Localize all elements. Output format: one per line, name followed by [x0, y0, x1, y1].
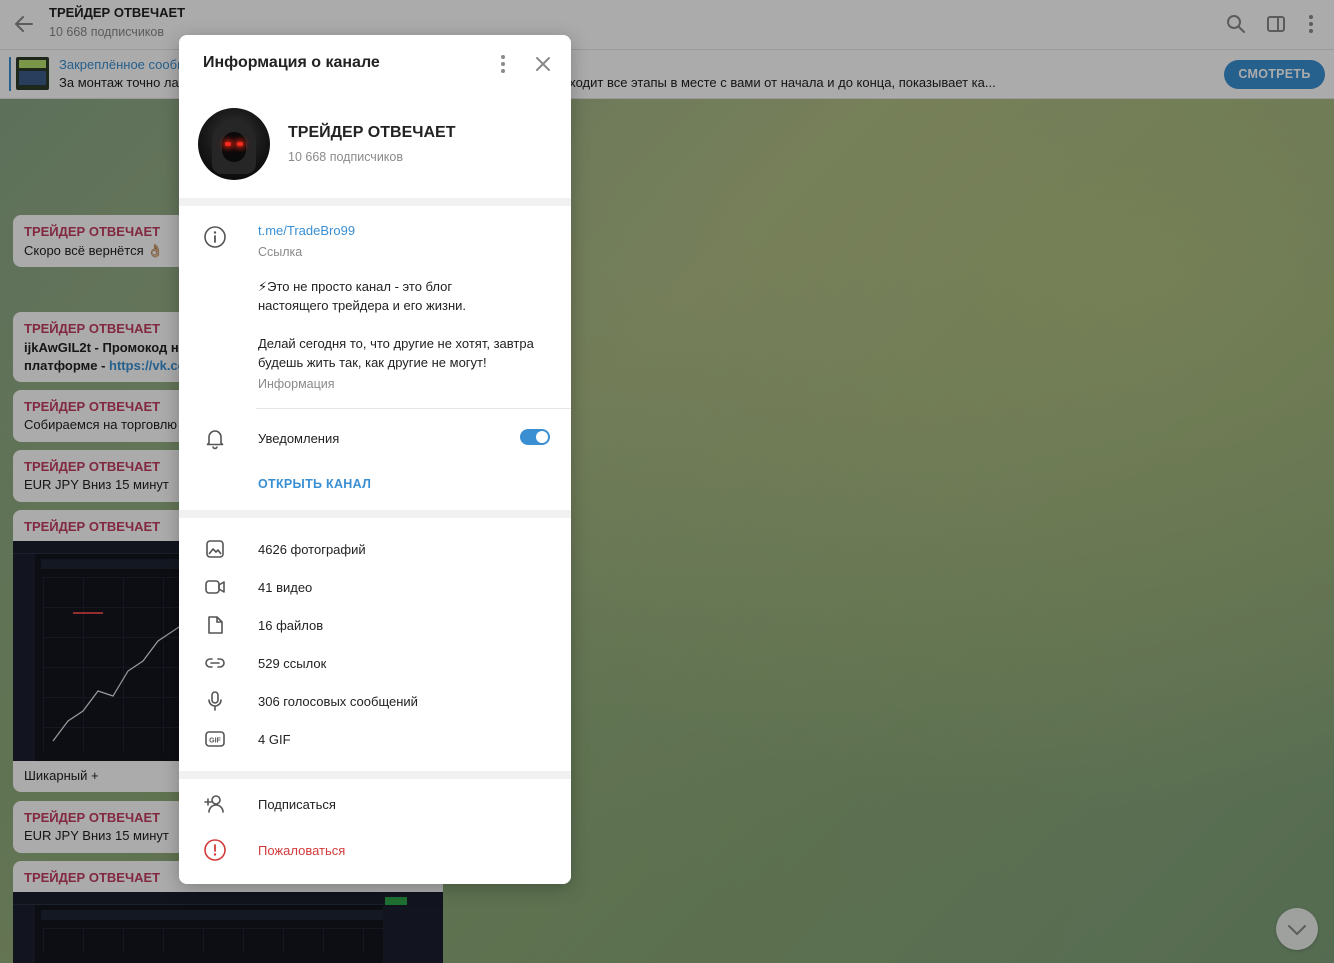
close-icon[interactable]: [531, 52, 555, 76]
channel-name: ТРЕЙДЕР ОТВЕЧАЕТ: [288, 124, 456, 141]
video-icon: [203, 575, 227, 599]
file-icon: [203, 613, 227, 637]
svg-text:GIF: GIF: [209, 738, 221, 745]
notifications-toggle[interactable]: [520, 429, 550, 445]
telegram-app: ТРЕЙДЕР ОТВЕЧАЕТ 10 668 подписчиков Закр…: [0, 0, 1334, 963]
voice-count[interactable]: 306 голосовых сообщений: [258, 694, 418, 709]
description-line-2: настоящего трейдера и его жизни.: [258, 298, 466, 313]
channel-avatar[interactable]: [198, 108, 270, 180]
channel-profile-section: Информация о канале ТРЕЙДЕР ОТВЕЧАЕТ 10 …: [179, 35, 571, 198]
files-count[interactable]: 16 файлов: [258, 618, 323, 633]
description-line-4: будешь жить так, как другие не могут!: [258, 355, 487, 370]
info-caption: Информация: [258, 377, 335, 391]
description-line-3: Делай сегодня то, что другие не хотят, з…: [258, 336, 534, 351]
bell-icon: [203, 426, 227, 450]
microphone-icon: [203, 689, 227, 713]
subscribe-button[interactable]: Подписаться: [258, 797, 336, 812]
divider: [256, 408, 571, 409]
description-line-1: ⚡Это не просто канал - это блог: [258, 279, 453, 294]
open-channel-button[interactable]: ОТКРЫТЬ КАНАЛ: [258, 477, 371, 491]
gif-icon: GIF: [203, 727, 227, 751]
more-vertical-icon[interactable]: [491, 52, 515, 76]
link-icon: [203, 651, 227, 675]
channel-info-dialog: Информация о канале ТРЕЙДЕР ОТВЕЧАЕТ 10 …: [179, 35, 571, 884]
channel-link[interactable]: t.me/TradeBro99: [258, 223, 355, 238]
add-user-icon: [203, 792, 227, 816]
report-icon: [203, 838, 227, 862]
links-count[interactable]: 529 ссылок: [258, 656, 326, 671]
notifications-label[interactable]: Уведомления: [258, 431, 339, 446]
report-button[interactable]: Пожаловаться: [258, 843, 345, 858]
videos-count[interactable]: 41 видео: [258, 580, 312, 595]
actions-section: [179, 779, 571, 884]
shared-media-section: GIF: [179, 518, 571, 771]
channel-subscribers: 10 668 подписчиков: [288, 150, 404, 164]
photo-icon: [203, 537, 227, 561]
dialog-title: Информация о канале: [203, 54, 380, 71]
gifs-count[interactable]: 4 GIF: [258, 732, 291, 747]
info-icon: [203, 225, 227, 249]
link-caption: Ссылка: [258, 245, 303, 259]
photos-count[interactable]: 4626 фотографий: [258, 542, 366, 557]
